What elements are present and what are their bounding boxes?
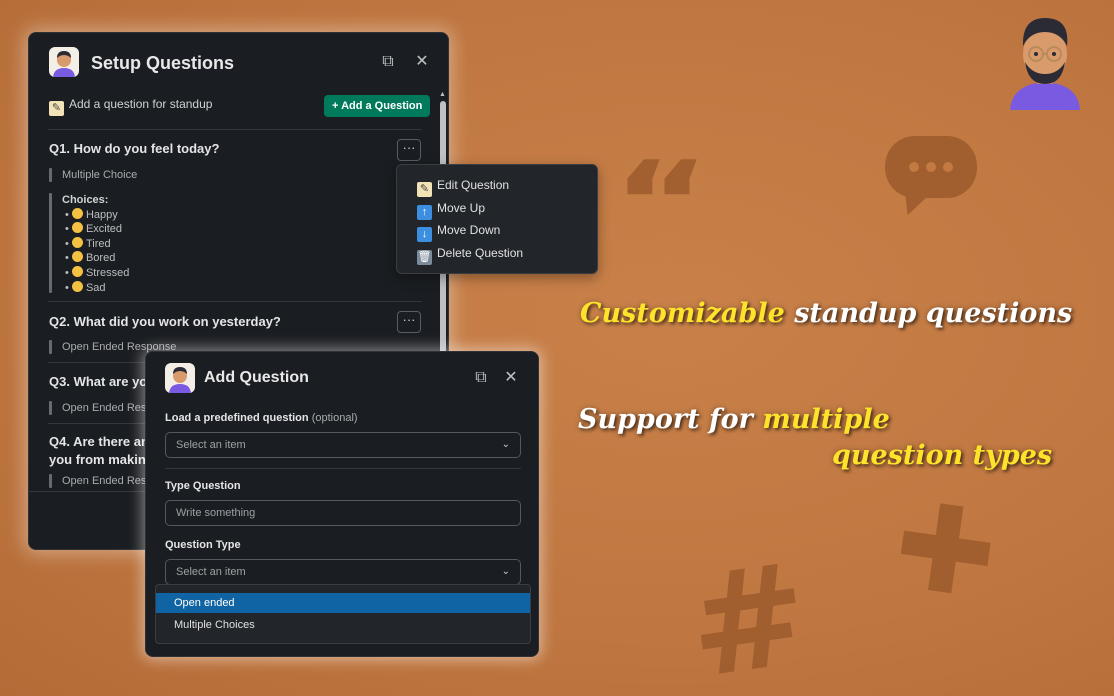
subtitle-text: Add a question for standup (69, 97, 213, 111)
plus-icon: ✚ (885, 475, 1005, 628)
quote-bar (49, 193, 52, 293)
hashtag-icon: # (679, 532, 819, 696)
sleepy-emoji-icon (71, 236, 83, 248)
trash-icon: 🗑 (417, 250, 432, 265)
avatar-illustration (1010, 18, 1080, 110)
menu-item-move-up[interactable]: ↑ Move Up (417, 198, 485, 220)
quote-bar (49, 168, 52, 182)
choices-label: Choices: (62, 194, 109, 206)
headline-question-types: question types (832, 440, 1053, 471)
panel-title: Setup Questions (91, 53, 235, 73)
chat-bubble-icon (885, 136, 977, 198)
quote-bar (49, 340, 52, 354)
app-avatar (49, 47, 79, 77)
question-type: Open Ended Resp (62, 475, 153, 487)
grin-emoji-icon (71, 222, 83, 234)
modal-title: Add Question (204, 369, 309, 386)
question-title: Q1. How do you feel today? (49, 141, 220, 156)
up-arrow-icon: ↑ (417, 205, 432, 220)
choice-item: • Stressed (62, 265, 130, 279)
predefined-label: Load a predefined question (optional) (165, 412, 358, 424)
question-context-menu: ✎ Edit Question ↑ Move Up ↓ Move Down 🗑 Dele… (396, 164, 598, 274)
option-open-ended[interactable]: Open ended (156, 593, 530, 613)
menu-item-edit[interactable]: ✎ Edit Question (417, 175, 509, 197)
type-question-label: Type Question (165, 480, 241, 492)
quote-bar (49, 474, 52, 488)
divider (48, 129, 422, 130)
option-multiple-choices[interactable]: Multiple Choices (156, 615, 530, 635)
menu-item-move-down[interactable]: ↓ Move Down (417, 220, 500, 242)
question-type-select[interactable]: Select an item ⌄ (165, 559, 521, 585)
headline-customizable: Customizable standup questions (580, 298, 1073, 329)
menu-item-delete[interactable]: 🗑 Delete Question (417, 243, 523, 265)
choices-block: Choices: • Happy • Excited • Tired • Bor… (62, 193, 129, 295)
choice-item: • Bored (62, 251, 116, 265)
chevron-down-icon: ⌄ (501, 439, 510, 450)
divider (48, 301, 422, 302)
question-title: Q2. What did you work on yesterday? (49, 314, 281, 329)
chevron-down-icon: ⌄ (501, 566, 510, 577)
unamused-emoji-icon (71, 251, 83, 263)
predefined-select[interactable]: Select an item ⌄ (165, 432, 521, 458)
quote-bar (49, 401, 52, 415)
question-text-input[interactable]: Write something (165, 500, 521, 526)
add-question-modal: Add Question ⧉ ✕ Load a predefined quest… (145, 351, 539, 657)
popout-icon[interactable]: ⧉ (379, 53, 397, 71)
sad-emoji-icon (71, 280, 83, 292)
question-menu-button[interactable]: ··· (397, 311, 421, 333)
question-type: Multiple Choice (62, 169, 138, 181)
close-icon[interactable]: ✕ (502, 369, 520, 387)
smile-emoji-icon (71, 207, 83, 219)
question-title: Q3. What are you (49, 374, 156, 389)
question-type: Open Ended Resp (62, 402, 153, 414)
divider (165, 468, 521, 469)
close-icon[interactable]: ✕ (413, 53, 431, 71)
app-avatar (165, 363, 195, 393)
question-type-dropdown: Open ended Multiple Choices (155, 584, 531, 644)
memo-icon: ✎ (417, 182, 432, 197)
question-title: Q4. Are there any (49, 434, 157, 449)
quote-mark-icon: “ (612, 137, 711, 269)
scroll-up-icon[interactable]: ▲ (439, 91, 446, 98)
memo-icon: ✎ (49, 101, 64, 116)
popout-icon[interactable]: ⧉ (472, 369, 490, 387)
question-menu-button[interactable]: ··· (397, 139, 421, 161)
choice-item: • Tired (62, 236, 111, 250)
choice-item: • Happy (62, 207, 118, 221)
down-arrow-icon: ↓ (417, 227, 432, 242)
choice-item: • Excited (62, 222, 123, 236)
choice-item: • Sad (62, 280, 106, 294)
subtitle: ✎ Add a question for standup (49, 97, 212, 116)
add-question-button[interactable]: + Add a Question (324, 95, 431, 117)
question-type-label: Question Type (165, 539, 241, 551)
headline-support: Support for multiple (578, 404, 890, 435)
tired-emoji-icon (71, 265, 83, 277)
